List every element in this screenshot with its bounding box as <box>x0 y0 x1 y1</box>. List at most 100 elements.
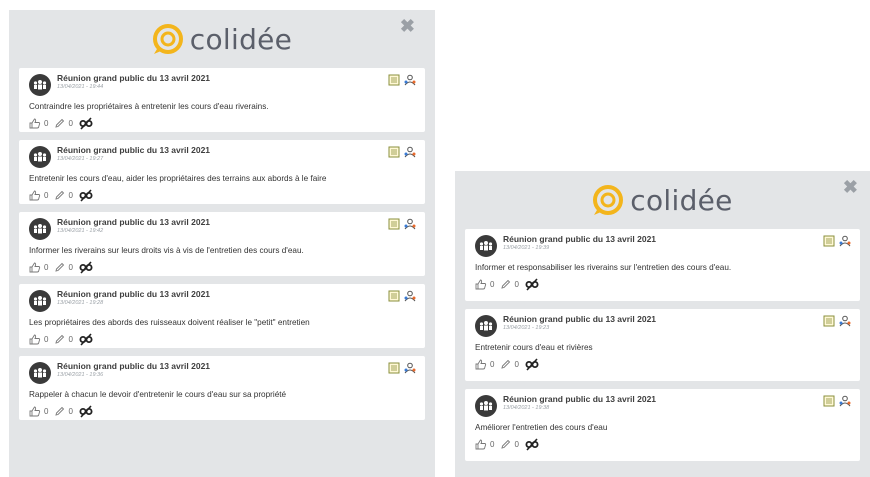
close-icon[interactable]: ✖ <box>400 16 415 37</box>
like-button[interactable]: 0 <box>475 359 494 370</box>
tag-icon <box>525 278 539 291</box>
pencil-icon <box>501 359 511 369</box>
edit-count: 0 <box>514 280 519 289</box>
participants-icon[interactable] <box>838 394 852 412</box>
notes-icon[interactable] <box>388 217 400 235</box>
thumbs-up-icon <box>29 262 41 273</box>
notes-icon[interactable] <box>388 289 400 307</box>
thumbs-up-icon <box>475 359 487 370</box>
tag-icon <box>79 189 93 202</box>
idea-text: Informer et responsabiliser les riverain… <box>475 263 732 272</box>
card-title: Réunion grand public du 13 avril 2021 <box>57 289 211 299</box>
tag-button[interactable] <box>525 438 539 451</box>
edit-button[interactable]: 0 <box>500 439 519 450</box>
idea-card[interactable]: Réunion grand public du 13 avril 2021 13… <box>465 309 860 381</box>
notes-icon[interactable] <box>388 145 400 163</box>
participants-icon[interactable] <box>403 289 417 307</box>
participants-icon[interactable] <box>838 314 852 332</box>
edit-button[interactable]: 0 <box>500 279 519 290</box>
tag-button[interactable] <box>79 189 93 202</box>
like-button[interactable]: 0 <box>29 190 48 201</box>
idea-card[interactable]: Réunion grand public du 13 avril 2021 13… <box>19 140 425 204</box>
participants-icon[interactable] <box>403 217 417 235</box>
thumbs-up-icon <box>29 406 41 417</box>
thumbs-up-icon <box>29 334 41 345</box>
brand-name: colidée <box>189 22 293 56</box>
idea-card[interactable]: Réunion grand public du 13 avril 2021 13… <box>19 68 425 132</box>
card-title: Réunion grand public du 13 avril 2021 <box>503 314 657 324</box>
idea-card[interactable]: Réunion grand public du 13 avril 2021 13… <box>19 356 425 420</box>
card-title: Réunion grand public du 13 avril 2021 <box>57 145 211 155</box>
tag-button[interactable] <box>525 358 539 371</box>
thumbs-up-icon <box>29 118 41 129</box>
panel-header: colidée ✖ <box>455 171 870 229</box>
notes-icon[interactable] <box>823 234 835 252</box>
tag-button[interactable] <box>79 261 93 274</box>
colidee-logo-icon <box>593 185 624 215</box>
notes-icon[interactable] <box>823 314 835 332</box>
edit-count: 0 <box>68 263 73 272</box>
edit-button[interactable]: 0 <box>54 118 73 129</box>
tag-button[interactable] <box>79 405 93 418</box>
card-title: Réunion grand public du 13 avril 2021 <box>503 234 657 244</box>
pencil-icon <box>55 190 65 200</box>
edit-button[interactable]: 0 <box>54 262 73 273</box>
participants-icon[interactable] <box>403 73 417 91</box>
brand-name: colidée <box>630 183 733 217</box>
like-button[interactable]: 0 <box>29 334 48 345</box>
tag-button[interactable] <box>525 278 539 291</box>
edit-count: 0 <box>514 440 519 449</box>
idea-text: Les propriétaires des abords des ruissea… <box>29 318 310 327</box>
brand-logo: colidée <box>592 184 732 217</box>
like-button[interactable]: 0 <box>29 118 48 129</box>
notes-icon[interactable] <box>388 361 400 379</box>
participants-icon[interactable] <box>403 361 417 379</box>
brand-logo: colidée <box>152 23 292 56</box>
group-icon <box>475 315 497 337</box>
pencil-icon <box>501 439 511 449</box>
like-count: 0 <box>490 440 495 449</box>
idea-card[interactable]: Réunion grand public du 13 avril 2021 13… <box>465 229 860 301</box>
thumbs-up-icon <box>475 279 487 290</box>
notes-icon[interactable] <box>388 73 400 91</box>
idea-text: Contraindre les propriétaires à entreten… <box>29 102 269 111</box>
like-button[interactable]: 0 <box>475 439 494 450</box>
like-button[interactable]: 0 <box>29 406 48 417</box>
edit-button[interactable]: 0 <box>54 190 73 201</box>
card-date: 13/04/2021 - 19:38 <box>503 404 550 411</box>
edit-count: 0 <box>514 360 519 369</box>
group-icon <box>475 235 497 257</box>
edit-button[interactable]: 0 <box>54 406 73 417</box>
idea-card[interactable]: Réunion grand public du 13 avril 2021 13… <box>19 284 425 348</box>
pencil-icon <box>501 279 511 289</box>
pencil-icon <box>55 334 65 344</box>
group-icon <box>29 290 51 312</box>
like-count: 0 <box>44 335 49 344</box>
edit-count: 0 <box>68 119 73 128</box>
group-icon <box>29 362 51 384</box>
tag-button[interactable] <box>79 333 93 346</box>
pencil-icon <box>55 262 65 272</box>
like-count: 0 <box>490 360 495 369</box>
idea-text: Améliorer l'entretien des cours d'eau <box>475 423 608 432</box>
edit-button[interactable]: 0 <box>54 334 73 345</box>
notes-icon[interactable] <box>823 394 835 412</box>
idea-text: Entretenir les cours d'eau, aider les pr… <box>29 174 327 183</box>
tag-icon <box>525 358 539 371</box>
idea-list: Réunion grand public du 13 avril 2021 13… <box>9 68 435 420</box>
participants-icon[interactable] <box>838 234 852 252</box>
like-button[interactable]: 0 <box>29 262 48 273</box>
like-button[interactable]: 0 <box>475 279 494 290</box>
group-icon <box>29 218 51 240</box>
tag-icon <box>79 117 93 130</box>
like-count: 0 <box>44 407 49 416</box>
idea-card[interactable]: Réunion grand public du 13 avril 2021 13… <box>465 389 860 461</box>
tag-icon <box>79 405 93 418</box>
idea-card[interactable]: Réunion grand public du 13 avril 2021 13… <box>19 212 425 276</box>
participants-icon[interactable] <box>403 145 417 163</box>
tag-icon <box>79 261 93 274</box>
pencil-icon <box>55 406 65 416</box>
edit-button[interactable]: 0 <box>500 359 519 370</box>
close-icon[interactable]: ✖ <box>843 177 858 198</box>
tag-button[interactable] <box>79 117 93 130</box>
